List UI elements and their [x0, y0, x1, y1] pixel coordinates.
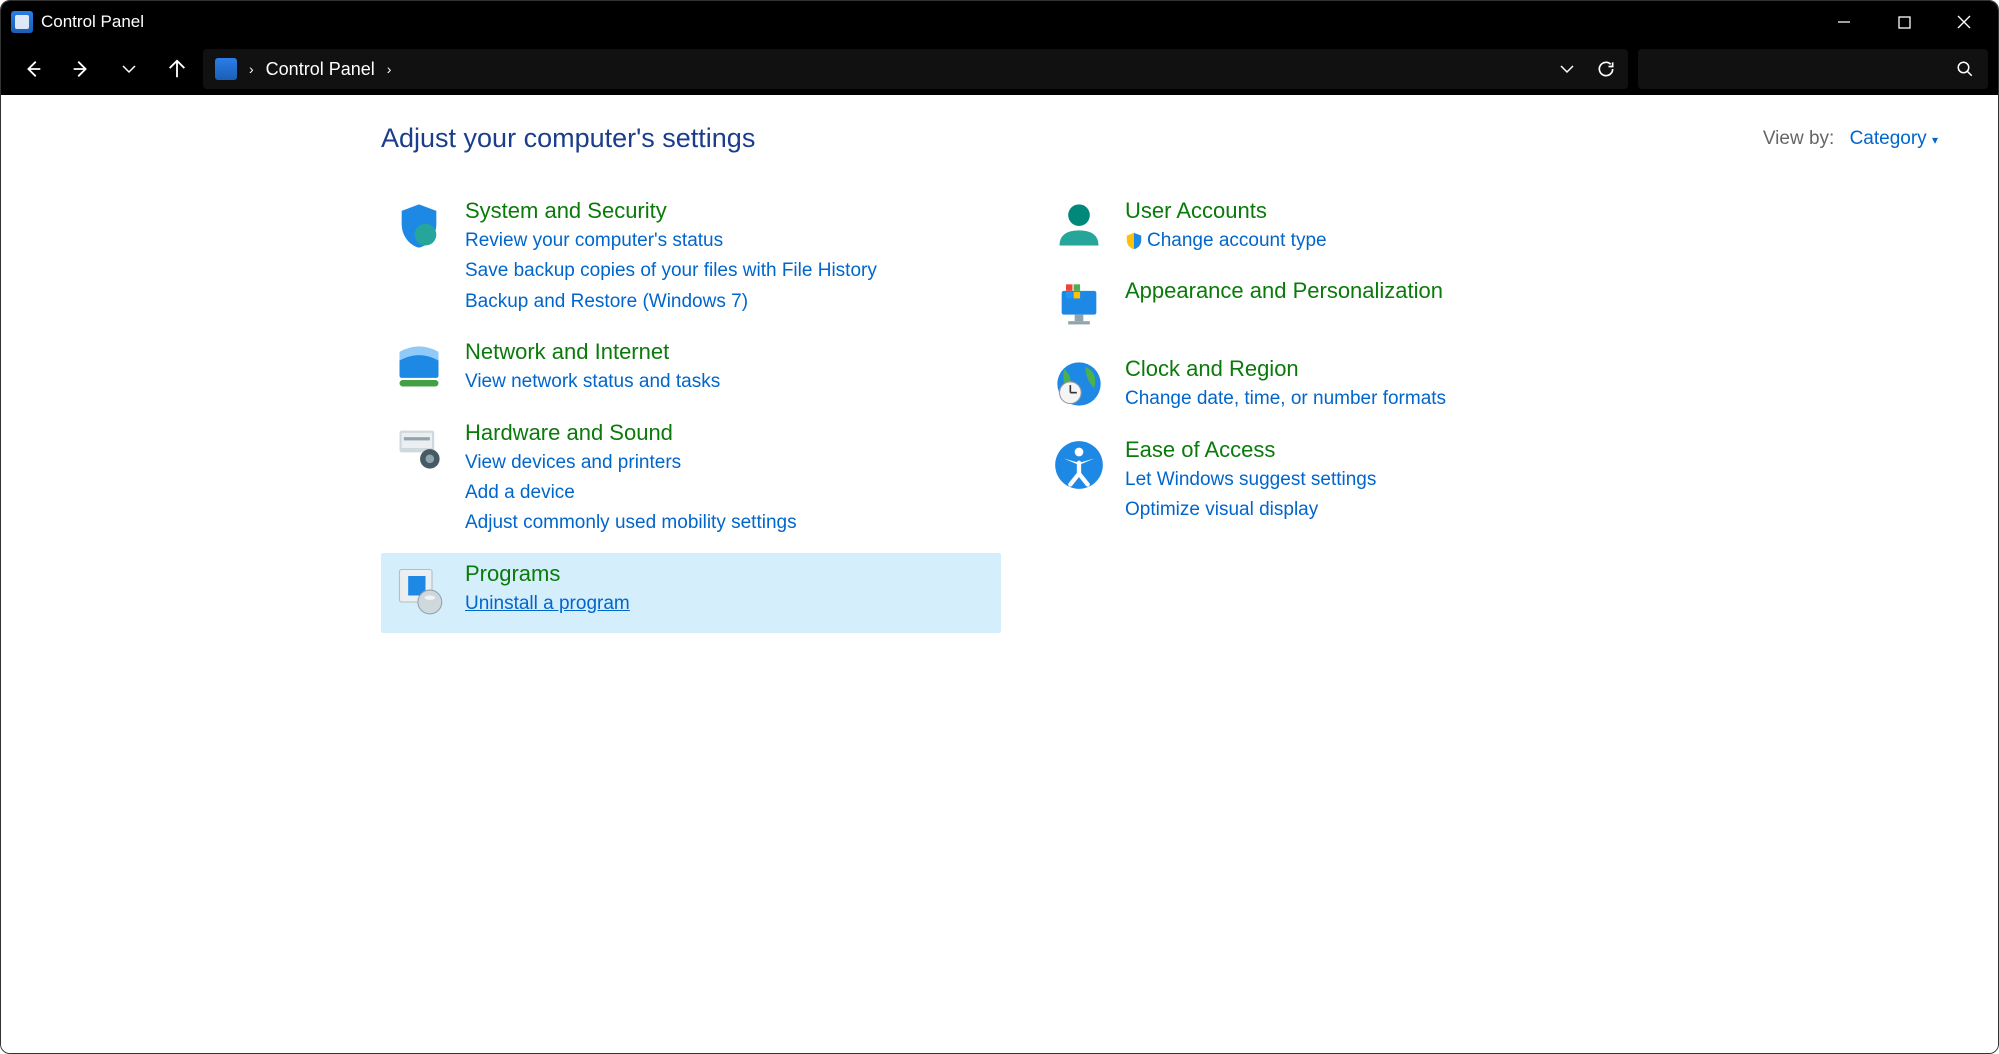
up-button[interactable]: [155, 47, 199, 91]
category-link[interactable]: View devices and printers: [465, 448, 991, 478]
category-link[interactable]: Optimize visual display: [1125, 495, 1651, 525]
ease-of-access-icon[interactable]: [1051, 437, 1107, 493]
network-internet-icon[interactable]: [391, 339, 447, 395]
window: Control Panel › Control Panel ›: [0, 0, 1999, 1054]
search-icon: [1956, 60, 1974, 78]
category-link[interactable]: Add a device: [465, 478, 991, 508]
clock-region-icon[interactable]: [1051, 356, 1107, 412]
category-programs: ProgramsUninstall a program: [381, 553, 1001, 633]
page-title: Adjust your computer's settings: [381, 123, 755, 154]
category-link[interactable]: Save backup copies of your files with Fi…: [465, 256, 991, 286]
category-link[interactable]: View network status and tasks: [465, 367, 991, 397]
navbar: › Control Panel ›: [1, 43, 1998, 95]
programs-icon[interactable]: [391, 561, 447, 617]
content-area: Adjust your computer's settings View by:…: [1, 95, 1998, 1053]
category-link[interactable]: Backup and Restore (Windows 7): [465, 287, 991, 317]
category-user-accounts: User AccountsChange account type: [1041, 190, 1661, 270]
category-hardware-sound: Hardware and SoundView devices and print…: [381, 412, 1001, 553]
address-dropdown[interactable]: [1558, 60, 1576, 78]
category-link[interactable]: Review your computer's status: [465, 226, 991, 256]
category-title-hardware-sound[interactable]: Hardware and Sound: [465, 420, 991, 446]
control-panel-icon: [215, 58, 237, 80]
view-by: View by: Category ▾: [1763, 128, 1938, 150]
category-title-network-internet[interactable]: Network and Internet: [465, 339, 991, 365]
category-ease-of-access: Ease of AccessLet Windows suggest settin…: [1041, 429, 1661, 540]
control-panel-app-icon: [11, 11, 33, 33]
back-button[interactable]: [11, 47, 55, 91]
view-by-dropdown[interactable]: Category ▾: [1850, 128, 1938, 149]
window-title: Control Panel: [41, 12, 144, 32]
hardware-sound-icon[interactable]: [391, 420, 447, 476]
forward-button[interactable]: [59, 47, 103, 91]
close-button[interactable]: [1934, 1, 1994, 43]
system-security-icon[interactable]: [391, 198, 447, 254]
category-link[interactable]: Change date, time, or number formats: [1125, 384, 1651, 414]
address-bar[interactable]: › Control Panel ›: [203, 49, 1628, 89]
category-title-ease-of-access[interactable]: Ease of Access: [1125, 437, 1651, 463]
category-appearance: Appearance and Personalization: [1041, 270, 1661, 348]
breadcrumb-root[interactable]: Control Panel: [266, 59, 375, 80]
category-title-user-accounts[interactable]: User Accounts: [1125, 198, 1651, 224]
category-clock-region: Clock and RegionChange date, time, or nu…: [1041, 348, 1661, 428]
search-box[interactable]: [1638, 49, 1988, 89]
content-header: Adjust your computer's settings View by:…: [381, 123, 1938, 154]
chevron-right-icon: ›: [249, 61, 254, 77]
category-link[interactable]: Change account type: [1125, 226, 1651, 256]
category-column-left: System and SecurityReview your computer'…: [381, 190, 1001, 633]
dropdown-caret-icon: ▾: [1932, 133, 1938, 147]
maximize-button[interactable]: [1874, 1, 1934, 43]
user-accounts-icon[interactable]: [1051, 198, 1107, 254]
uac-shield-icon: [1125, 232, 1143, 250]
appearance-icon[interactable]: [1051, 278, 1107, 334]
category-link[interactable]: Let Windows suggest settings: [1125, 465, 1651, 495]
category-title-system-security[interactable]: System and Security: [465, 198, 991, 224]
chevron-right-icon[interactable]: ›: [387, 61, 392, 77]
category-system-security: System and SecurityReview your computer'…: [381, 190, 1001, 331]
recent-dropdown[interactable]: [107, 47, 151, 91]
view-by-label: View by:: [1763, 128, 1834, 149]
category-title-appearance[interactable]: Appearance and Personalization: [1125, 278, 1651, 304]
titlebar: Control Panel: [1, 1, 1998, 43]
refresh-button[interactable]: [1596, 59, 1616, 79]
category-link[interactable]: Adjust commonly used mobility settings: [465, 508, 991, 538]
category-title-programs[interactable]: Programs: [465, 561, 991, 587]
category-network-internet: Network and InternetView network status …: [381, 331, 1001, 411]
category-title-clock-region[interactable]: Clock and Region: [1125, 356, 1651, 382]
category-link[interactable]: Uninstall a program: [465, 589, 991, 619]
category-grid: System and SecurityReview your computer'…: [381, 190, 1938, 633]
category-column-right: User AccountsChange account type Appearan…: [1041, 190, 1661, 633]
minimize-button[interactable]: [1814, 1, 1874, 43]
